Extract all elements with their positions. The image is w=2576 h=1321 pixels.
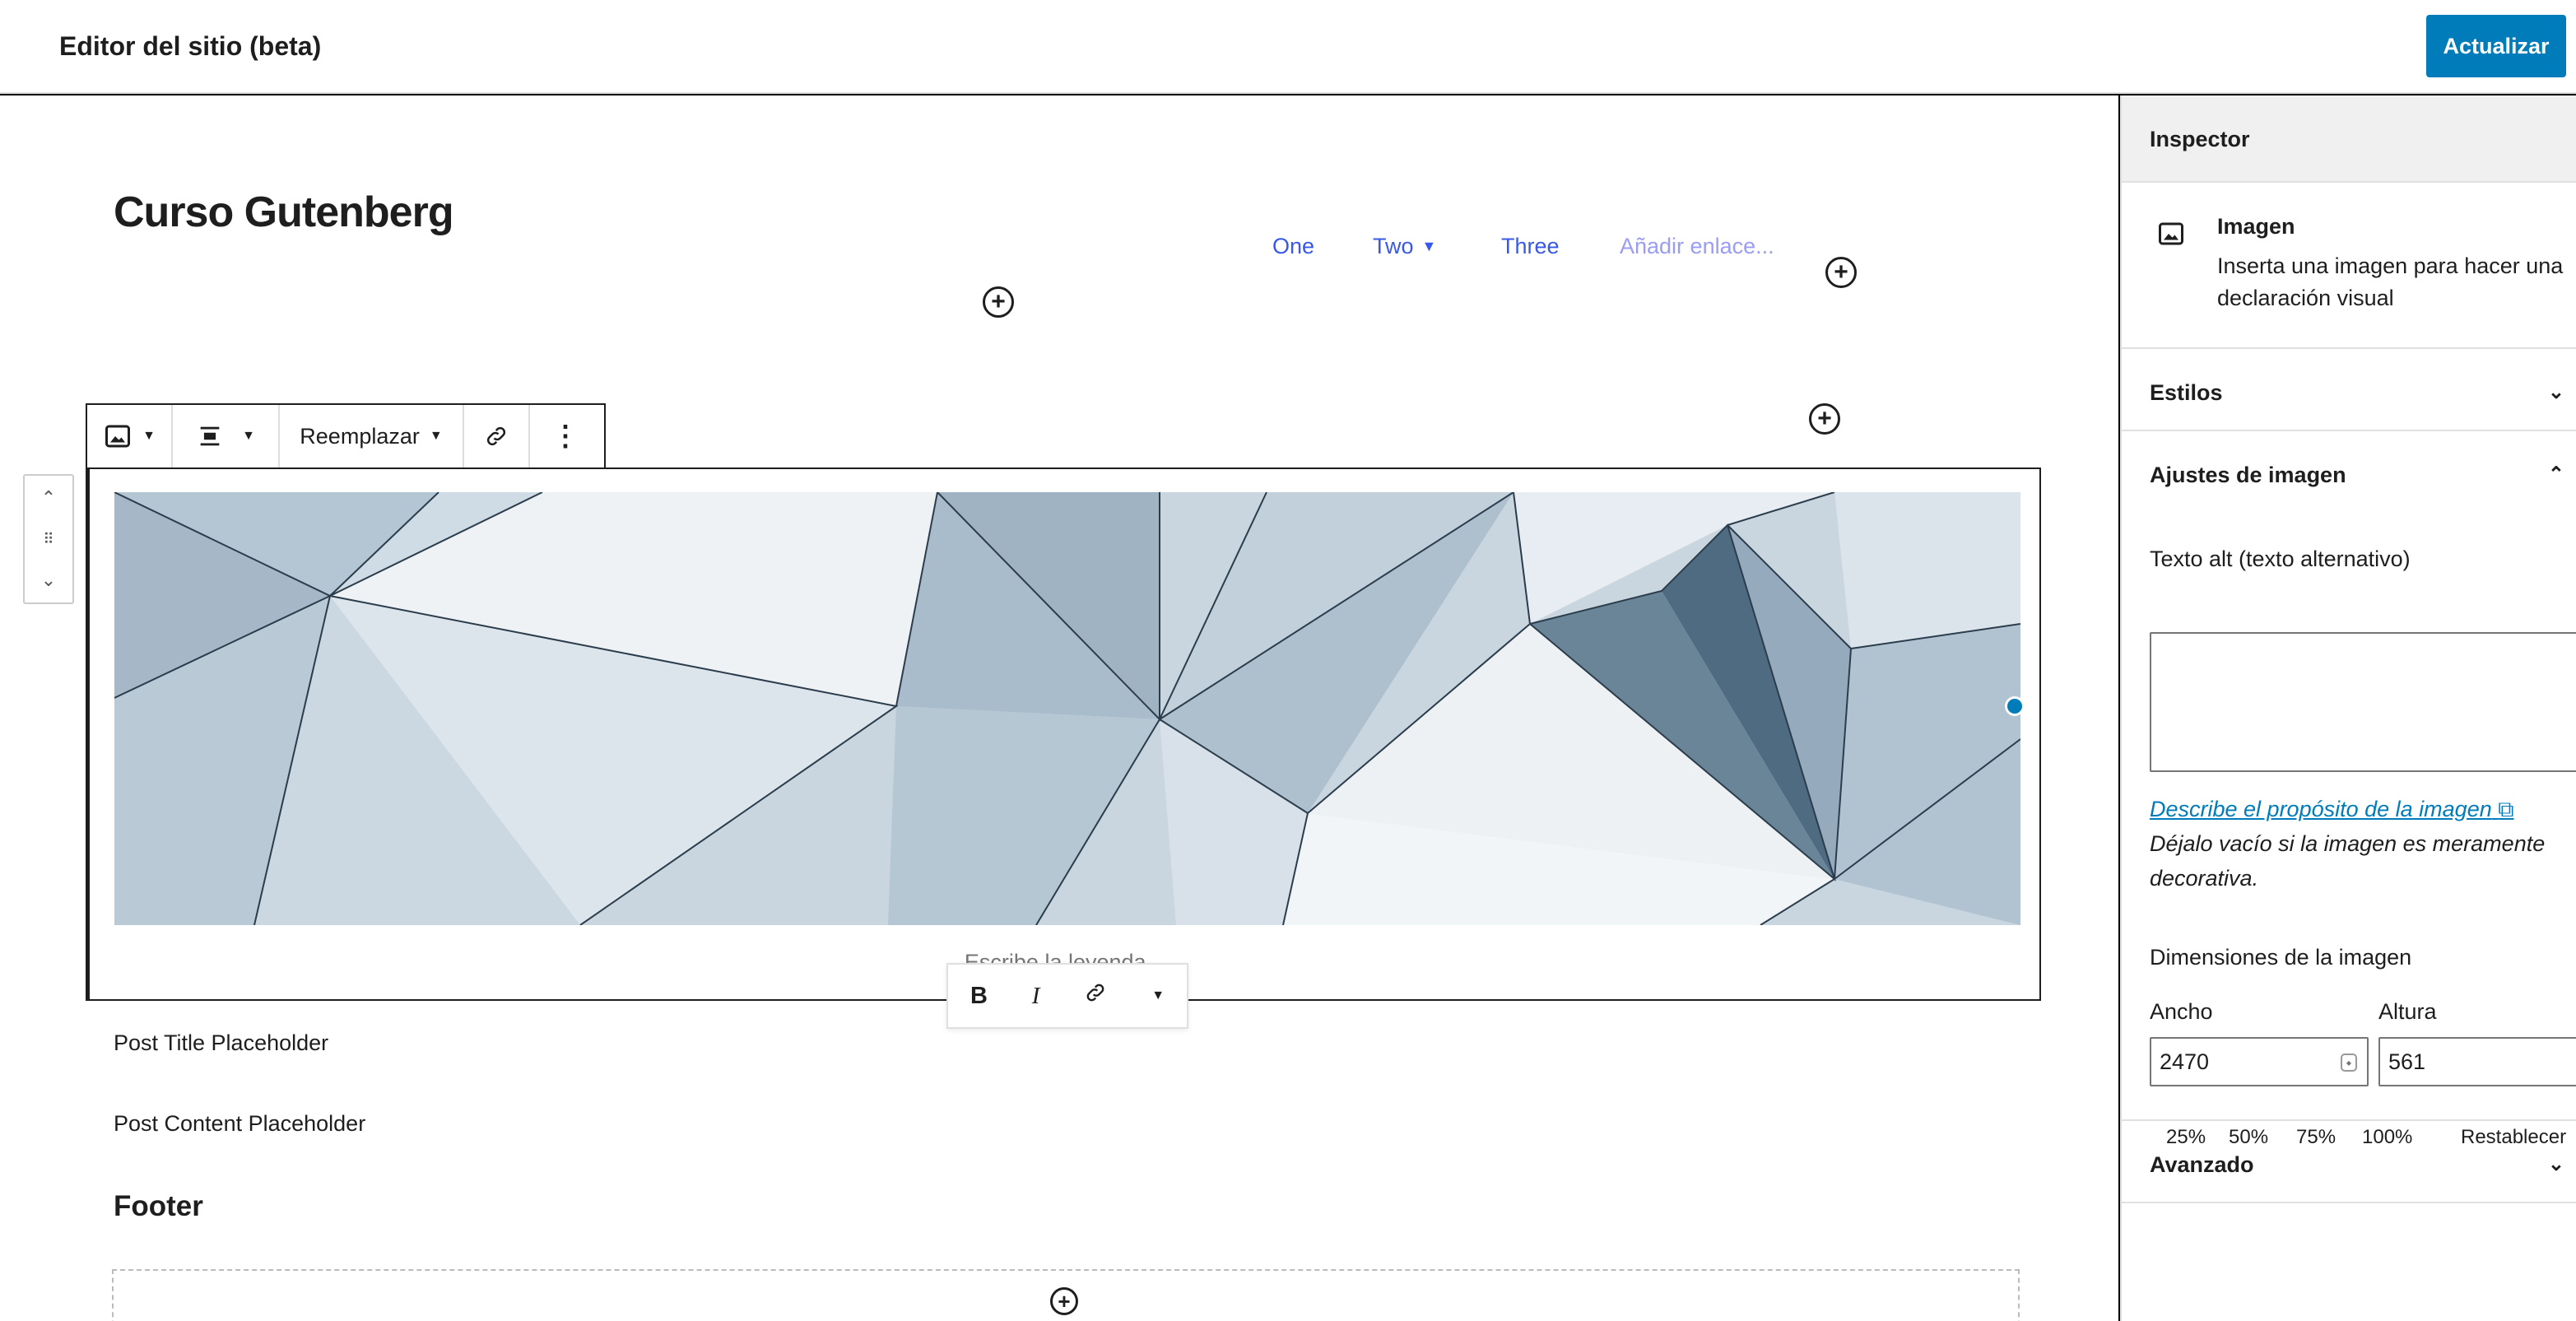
inspector-sidebar: Inspector Imagen Inserta una imagen para… xyxy=(2120,95,2576,1321)
drag-handle-icon[interactable]: ⠿ xyxy=(43,531,53,548)
image-icon xyxy=(2159,222,2183,245)
external-link-icon: ⧉ xyxy=(2498,797,2514,821)
advanced-panel-title: Avanzado xyxy=(2150,1152,2254,1177)
nav-item-two[interactable]: Two ▼ xyxy=(1373,234,1436,259)
bold-button[interactable]: B xyxy=(970,983,988,1010)
chevron-up-icon: ⌃ xyxy=(2547,463,2564,486)
image-settings-panel: Texto alt (texto alternativo) Describe e… xyxy=(2122,514,2576,1148)
italic-button[interactable]: I xyxy=(1032,983,1040,1010)
link-icon[interactable] xyxy=(464,405,528,467)
image-block[interactable]: Escribe la leyenda... xyxy=(86,467,2041,1001)
editor-canvas: Curso Gutenberg One Two ▼ Three Añadir en… xyxy=(0,95,2118,1321)
footer-heading[interactable]: Footer xyxy=(114,1190,203,1223)
chevron-down-icon: ⌄ xyxy=(2547,381,2564,403)
caret-down-icon: ▼ xyxy=(242,429,255,443)
add-block-plus-icon[interactable]: + xyxy=(1809,403,1840,435)
block-mover: ⌃ ⠿ ⌄ xyxy=(23,474,74,604)
align-control[interactable]: ▼ xyxy=(173,405,280,467)
height-input[interactable] xyxy=(2378,1037,2576,1086)
image-settings-panel-toggle[interactable]: Ajustes de imagen ⌃ xyxy=(2122,431,2576,514)
link-icon[interactable] xyxy=(1084,981,1107,1011)
add-link-placeholder[interactable]: Añadir enlace... xyxy=(1620,234,1774,259)
app-title: Editor del sitio (beta) xyxy=(59,31,322,61)
width-input[interactable] xyxy=(2150,1037,2369,1086)
format-toolbar: B I ▼ xyxy=(946,963,1188,1029)
nav-item-one[interactable]: One xyxy=(1272,234,1314,259)
editor-header: Editor del sitio (beta) Actualizar xyxy=(0,0,2576,94)
caret-down-icon: ▼ xyxy=(142,429,156,443)
move-down-icon[interactable]: ⌄ xyxy=(41,570,56,591)
footer-template-area[interactable]: + xyxy=(112,1269,2020,1321)
styles-panel-toggle[interactable]: Estilos ⌄ xyxy=(2122,349,2576,431)
caret-down-icon[interactable]: ▼ xyxy=(1151,988,1165,1003)
add-block-plus-icon[interactable]: + xyxy=(983,286,1014,318)
block-card-title: Imagen xyxy=(2217,214,2295,239)
alt-text-help-link-label: Describe el propósito de la imagen xyxy=(2150,797,2492,821)
stepper-icon[interactable]: ◆ xyxy=(2341,1054,2357,1072)
nav-item-label: Two xyxy=(1373,234,1414,258)
post-content-placeholder[interactable]: Post Content Placeholder xyxy=(114,1111,365,1137)
replace-control[interactable]: Reemplazar ▼ xyxy=(280,405,464,467)
alt-text-label: Texto alt (texto alternativo) xyxy=(2150,547,2411,571)
image-settings-title: Ajustes de imagen xyxy=(2150,463,2346,487)
align-center-icon xyxy=(200,426,220,446)
post-title-placeholder[interactable]: Post Title Placeholder xyxy=(114,1030,328,1056)
caret-down-icon: ▼ xyxy=(429,429,443,443)
link-control[interactable] xyxy=(464,405,530,467)
align-button[interactable]: ▼ xyxy=(173,405,278,467)
resize-handle[interactable] xyxy=(2005,696,2025,716)
image-icon xyxy=(105,425,131,448)
replace-button[interactable]: Reemplazar ▼ xyxy=(280,405,463,467)
alt-text-input[interactable] xyxy=(2150,632,2576,772)
block-card-description: Inserta una imagen para hacer una declar… xyxy=(2217,254,2564,310)
update-button[interactable]: Actualizar xyxy=(2426,15,2566,77)
replace-label: Reemplazar xyxy=(300,423,420,449)
block-type-button[interactable]: ▼ xyxy=(87,405,171,467)
width-label: Ancho xyxy=(2150,999,2213,1024)
styles-panel-title: Estilos xyxy=(2150,380,2223,405)
block-switcher[interactable]: ▼ xyxy=(87,405,173,467)
dimensions-label: Dimensiones de la imagen xyxy=(2150,945,2412,970)
alt-text-help: Déjalo vacío si la imagen es meramente d… xyxy=(2150,831,2546,891)
sidebar-header: Inspector xyxy=(2122,95,2576,183)
advanced-panel-toggle[interactable]: Avanzado ⌄ xyxy=(2122,1121,2576,1203)
chevron-down-icon: ⌄ xyxy=(2547,1153,2564,1175)
nav-item-three[interactable]: Three xyxy=(1501,234,1560,259)
height-label: Altura xyxy=(2378,999,2437,1024)
block-toolbar: ▼ ▼ Reemplazar ▼ ⋮ xyxy=(86,403,606,467)
block-card: Imagen Inserta una imagen para hacer una… xyxy=(2122,183,2576,349)
alt-text-help-link[interactable]: Describe el propósito de la imagen ⧉ xyxy=(2150,797,2514,823)
more-options[interactable]: ⋮ xyxy=(530,405,601,467)
add-nav-item-plus-icon[interactable]: + xyxy=(1825,257,1857,288)
more-options-icon[interactable]: ⋮ xyxy=(530,405,601,467)
move-up-icon[interactable]: ⌃ xyxy=(41,487,56,509)
caret-down-icon: ▼ xyxy=(1421,238,1437,254)
site-title[interactable]: Curso Gutenberg xyxy=(114,188,454,237)
add-block-plus-icon[interactable]: + xyxy=(1050,1287,1078,1315)
geometric-image[interactable] xyxy=(114,492,2020,925)
